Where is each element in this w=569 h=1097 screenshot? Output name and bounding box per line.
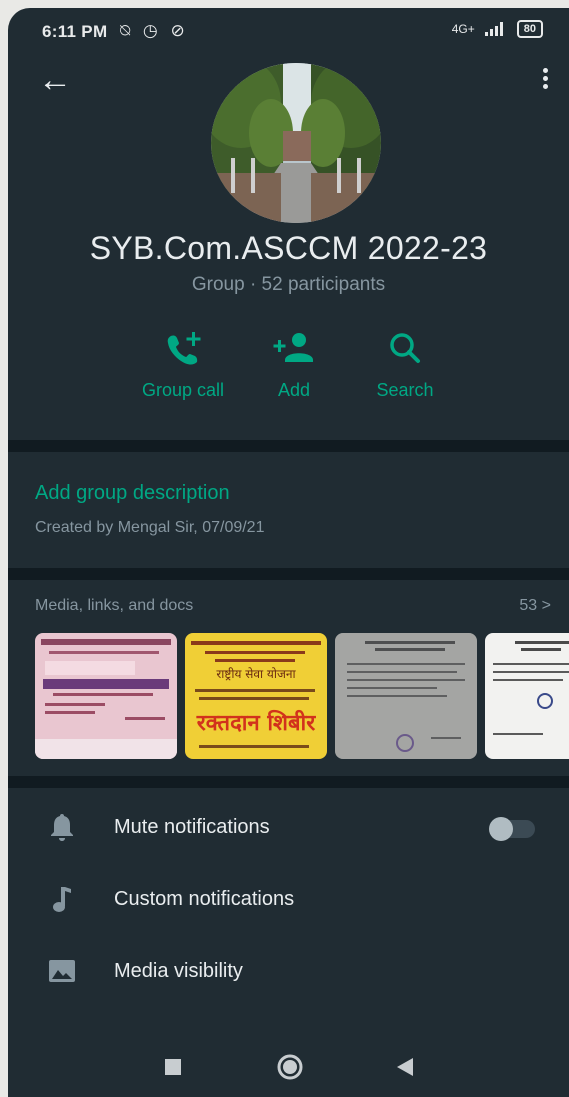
search-icon (390, 333, 420, 363)
image-icon (49, 960, 75, 982)
media-visibility-row[interactable]: Media visibility (8, 942, 569, 1002)
media-count-link[interactable]: 53 > (519, 597, 551, 615)
battery-icon: 80 (516, 20, 543, 38)
mute-notifications-row[interactable]: Mute notifications (8, 798, 569, 858)
phone-screen: 6:11 PM ⍉ ◷ ⊘ 4G+ 80 ← SYB.Com.ASCCM 202… (8, 8, 569, 1097)
group-avatar[interactable] (211, 63, 381, 223)
group-participants: Group · 52 participants (191, 274, 386, 295)
music-note-icon (53, 887, 71, 912)
add-participant-button[interactable]: Add (234, 330, 354, 401)
media-thumbnail[interactable]: राष्ट्रीय सेवा योजना रक्तदान शिबीर (185, 633, 327, 759)
home-icon[interactable] (276, 1053, 304, 1081)
yellow-poster-image (185, 633, 327, 759)
status-icons: ⍉ ◷ ⊘ (120, 21, 189, 40)
status-bar: 6:11 PM ⍉ ◷ ⊘ 4G+ 80 (8, 8, 569, 54)
created-by-text: Created by Mengal Sir, 07/09/21 (35, 519, 265, 536)
back-nav-icon[interactable] (396, 1057, 414, 1077)
media-thumbnail[interactable] (35, 633, 177, 759)
section-divider (8, 440, 569, 452)
avatar-photo (211, 63, 381, 223)
media-section-title: Media, links, and docs (35, 597, 194, 614)
add-label: Add (277, 380, 311, 400)
gray-document-image (335, 633, 477, 759)
pink-poster-image (35, 633, 177, 759)
mute-notifications-label: Mute notifications (114, 816, 270, 838)
back-arrow-icon[interactable]: ← (38, 63, 72, 97)
search-label: Search (376, 380, 434, 400)
search-button[interactable]: Search (345, 330, 465, 401)
call-add-icon (167, 332, 201, 365)
section-divider (8, 776, 569, 788)
toggle-knob (489, 817, 513, 841)
media-thumbnail[interactable] (485, 633, 569, 759)
custom-notifications-row[interactable]: Custom notifications (8, 870, 569, 930)
group-call-button[interactable]: Group call (123, 330, 243, 401)
system-navigation-bar (8, 1037, 569, 1097)
white-document-image (485, 633, 569, 759)
bell-icon (51, 814, 73, 841)
media-thumbnail[interactable] (335, 633, 477, 759)
status-right: 4G+ 80 (452, 20, 543, 38)
custom-notifications-label: Custom notifications (114, 888, 295, 910)
section-divider (8, 568, 569, 580)
status-time: 6:11 PM (42, 22, 108, 41)
add-description-link[interactable]: Add group description (35, 482, 230, 505)
poster-subtitle-text: राष्ट्रीय सेवा योजना (216, 667, 296, 681)
signal-icon (484, 22, 503, 36)
mute-toggle[interactable] (489, 817, 535, 841)
poster-headline-text: रक्तदान शिबीर (196, 711, 316, 736)
group-name: SYB.Com.ASCCM 2022-23 (89, 230, 488, 266)
network-icon: 4G+ (451, 22, 475, 36)
recents-icon[interactable] (165, 1059, 181, 1075)
group-call-label: Group call (141, 380, 225, 400)
media-visibility-label: Media visibility (114, 960, 243, 982)
person-add-icon (273, 333, 313, 362)
more-options-icon[interactable] (543, 68, 549, 92)
